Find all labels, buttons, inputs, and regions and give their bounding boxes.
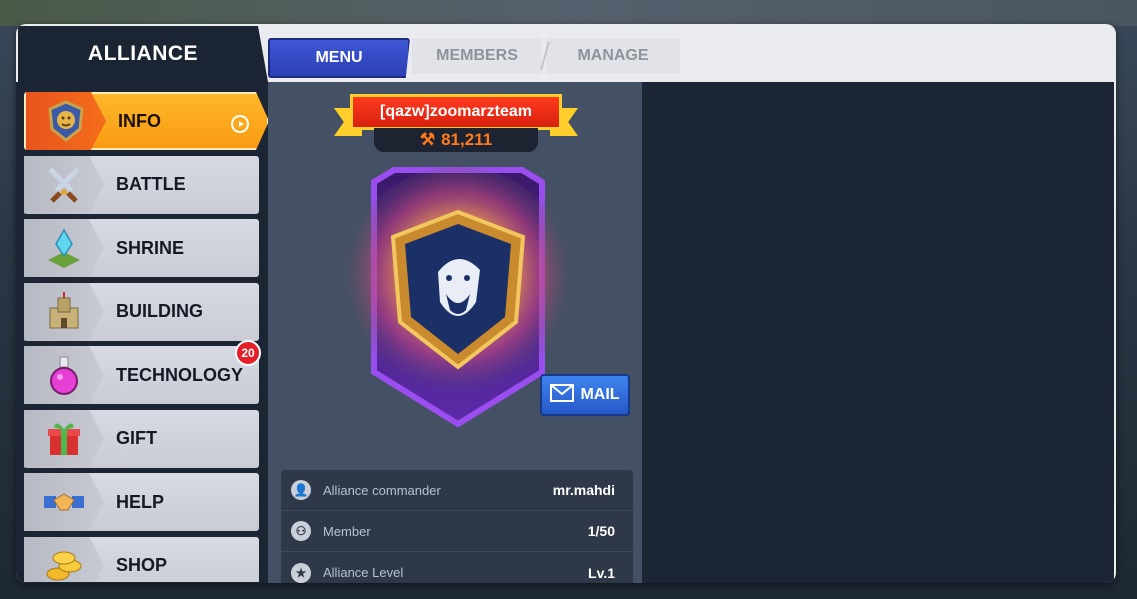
play-indicator-icon [231,115,249,133]
info-row-value: Lv.1 [588,564,615,581]
alliance-name: [qazw]zoomarzteam [350,94,562,130]
sidebar-item-label: TECHNOLOGY [116,364,244,385]
sidebar: INFO BATTLE SHRINE BUILDING TECHNOLOGY 2… [24,92,269,582]
alliance-name-banner: [qazw]zoomarzteam ⚒ 81,211 [334,94,578,154]
mail-button[interactable]: MAIL [540,374,630,416]
members-icon: ⚇ [291,521,311,541]
alliance-details-table: 👤 Alliance commander mr.mahdi ⚇ Member 1… [281,470,633,583]
crossed-hammers-icon: ⚒ [419,130,436,149]
info-row-value: mr.mahdi [552,482,615,498]
sidebar-item-label: INFO [118,110,161,131]
gold-coins-icon [24,536,104,582]
alliance-power-value: 81,211 [441,130,493,149]
handshake-icon [24,473,104,531]
notification-badge: 20 [235,340,261,366]
lion-crest-icon [26,92,106,150]
sidebar-item-label: BUILDING [116,301,203,321]
sidebar-item-technology[interactable]: TECHNOLOGY 20 [24,340,261,404]
star-level-icon: ★ [291,562,311,583]
info-row-commander: 👤 Alliance commander mr.mahdi [281,470,633,511]
commander-icon: 👤 [291,480,311,500]
sidebar-item-battle[interactable]: BATTLE [24,155,259,214]
sidebar-item-shop[interactable]: SHOP [24,536,259,582]
info-row-level: ★ Alliance Level Lv.1 [281,552,633,583]
sidebar-item-help[interactable]: HELP [24,473,259,531]
sidebar-item-building[interactable]: BUILDING [24,282,259,341]
info-row-label: Alliance Level [323,565,404,580]
info-row-label: Member [323,523,371,539]
info-row-member: ⚇ Member 1/50 [281,511,633,552]
info-row-value: 1/50 [587,523,615,539]
sidebar-item-label: BATTLE [116,174,186,194]
tab-members[interactable]: MEMBERS [412,38,542,74]
info-row-label: Alliance commander [323,482,441,498]
mail-button-label: MAIL [580,386,620,403]
alliance-panel: ALLIANCE MENU MEMBERS MANAGE INFO BATTLE… [16,24,1116,583]
tab-bar: MENU MEMBERS MANAGE [268,38,682,78]
envelope-icon [550,383,575,407]
alliance-power: ⚒ 81,211 [374,128,538,152]
crossed-swords-icon [24,155,104,214]
sidebar-item-label: GIFT [116,428,157,448]
alliance-info-card: [qazw]zoomarzteam ⚒ 81,211 MAIL 👤 Allian… [268,82,642,583]
gift-box-icon [24,409,104,468]
sidebar-item-label: HELP [116,491,165,512]
crystal-shrine-icon [24,219,104,277]
tab-menu[interactable]: MENU [268,38,410,78]
sidebar-item-gift[interactable]: GIFT [24,409,259,468]
sidebar-item-label: SHRINE [116,237,185,258]
sidebar-item-info[interactable]: INFO [24,92,269,150]
sidebar-item-shrine[interactable]: SHRINE [24,219,259,277]
sidebar-item-label: SHOP [116,555,168,575]
panel-title: ALLIANCE [18,26,268,82]
castle-icon [24,282,104,341]
background-top [0,0,1137,26]
tab-manage[interactable]: MANAGE [546,38,680,74]
potion-flask-icon [24,346,104,404]
